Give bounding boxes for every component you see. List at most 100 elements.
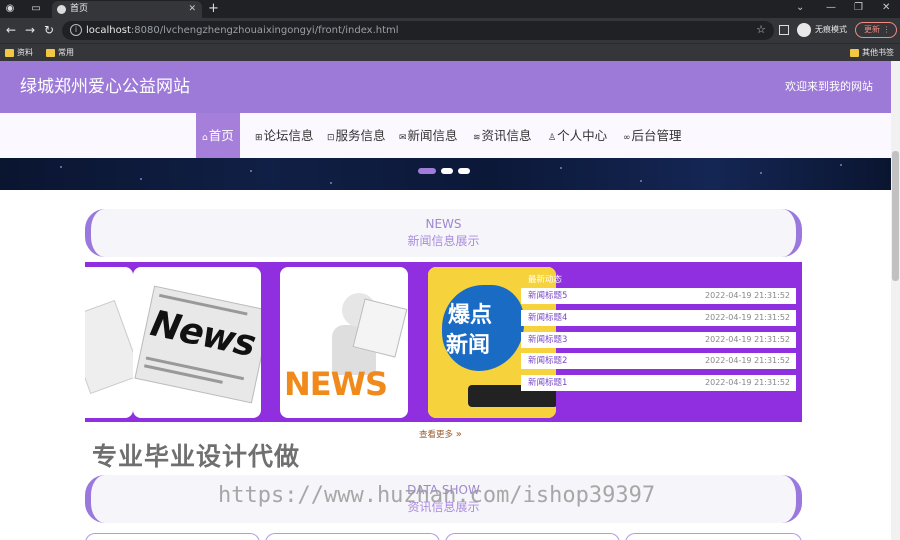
welcome-text: 欢迎来到我的网站 — [785, 80, 873, 93]
other-bookmarks[interactable]: 其他书签 — [850, 46, 894, 60]
page-scrollbar[interactable] — [891, 61, 900, 540]
tab-close-icon[interactable]: ✕ — [188, 1, 196, 18]
tab-title: 首页 — [70, 4, 89, 14]
tab-list-chevron-icon[interactable]: ⌄ — [796, 2, 804, 14]
carousel-dot-1[interactable] — [418, 168, 436, 174]
grid-icon: ⊞ — [255, 133, 263, 143]
star-decoration — [840, 164, 842, 166]
address-bar[interactable]: i localhost:8080/lvchengzhengzhouaixingo… — [62, 21, 774, 40]
burst-text-1: 爆点 — [448, 303, 493, 328]
nav-item-home[interactable]: ⌂首页 — [196, 113, 240, 158]
news-photo-card[interactable]: NEWS — [280, 267, 408, 418]
news-photo-card[interactable]: News — [133, 267, 261, 418]
news-item-title: 新闻标题2 — [528, 356, 568, 366]
news-3d-text: NEWS — [284, 365, 388, 403]
url-host: localhost — [86, 25, 131, 36]
update-button[interactable]: 更新 ⋮ — [855, 22, 897, 38]
tab-group-icon[interactable]: ▭ — [30, 3, 42, 15]
nav-item-service[interactable]: ⊡服务信息 — [327, 113, 386, 158]
news-list-item[interactable]: 新闻标题3 2022-04-19 21:31:52 — [521, 332, 796, 348]
news-item-title: 新闻标题4 — [528, 313, 568, 323]
address-toolbar: ← → ↻ i localhost:8080/lvchengzhengzhoua… — [0, 18, 900, 43]
incognito-avatar-icon[interactable] — [797, 23, 811, 37]
news-list-item[interactable]: 新闻标题2 2022-04-19 21:31:52 — [521, 353, 796, 369]
news-heading-cn: 新闻信息展示 — [407, 234, 480, 248]
close-window-icon[interactable]: ✕ — [882, 2, 890, 14]
main-nav: ⌂首页 ⊞论坛信息 ⊡服务信息 ✉新闻信息 ≋资讯信息 ♙个人中心 ∞后台管理 — [0, 113, 891, 158]
double-chevron-right-icon: » — [455, 429, 462, 440]
newspaper-image — [85, 300, 133, 394]
scrollbar-thumb[interactable] — [892, 151, 899, 281]
carousel-dot-3[interactable] — [458, 168, 470, 174]
bookmarks-bar: 资料 常用 其他书签 — [0, 43, 900, 61]
nav-label: 后台管理 — [631, 128, 682, 143]
view-more-label: 查看更多 — [419, 430, 454, 440]
star-decoration — [760, 172, 762, 174]
forward-icon[interactable]: → — [23, 23, 37, 37]
star-decoration — [60, 166, 62, 168]
browser-tab-strip: ◉ ▭ 首页 ✕ + ⌄ — ❐ ✕ — [0, 0, 900, 18]
news-list-item[interactable]: 新闻标题1 2022-04-19 21:31:52 — [521, 375, 796, 391]
bookmark-folder-ziliao[interactable]: 资料 — [5, 46, 33, 60]
nav-item-forum[interactable]: ⊞论坛信息 — [255, 113, 314, 158]
nav-label: 资讯信息 — [481, 128, 532, 143]
site-info-icon[interactable]: i — [70, 24, 82, 36]
star-decoration — [250, 170, 252, 172]
user-icon: ♙ — [548, 133, 557, 143]
folder-icon — [850, 49, 859, 57]
folder-icon — [46, 49, 55, 57]
back-icon[interactable]: ← — [4, 23, 18, 37]
news-list-item[interactable]: 新闻标题4 2022-04-19 21:31:52 — [521, 310, 796, 326]
new-tab-button[interactable]: + — [208, 1, 219, 17]
side-panel-icon[interactable] — [779, 25, 789, 35]
info-card[interactable] — [445, 533, 620, 540]
news-item-title: 新闻标题1 — [528, 378, 568, 388]
news-item-date: 2022-04-19 21:31:52 — [705, 356, 790, 365]
tab-home[interactable]: 首页 ✕ — [52, 1, 202, 18]
info-card[interactable] — [625, 533, 802, 540]
nav-label: 服务信息 — [335, 128, 386, 143]
star-decoration — [330, 182, 332, 184]
nav-item-admin[interactable]: ∞后台管理 — [623, 113, 682, 158]
other-bookmarks-label: 其他书签 — [862, 48, 894, 57]
incognito-label[interactable]: 无痕模式 — [815, 24, 847, 36]
tab-search-icon[interactable]: ◉ — [4, 3, 16, 15]
nav-label: 个人中心 — [557, 128, 608, 143]
reload-icon[interactable]: ↻ — [42, 23, 56, 37]
newspaper-image: News — [134, 285, 261, 404]
url-path: :8080/lvchengzhengzhouaixingongyi/front/… — [130, 25, 399, 36]
bookmark-star-icon[interactable]: ☆ — [756, 23, 766, 36]
carousel-dot-2[interactable] — [441, 168, 453, 174]
url-text[interactable]: localhost:8080/lvchengzhengzhouaixingong… — [86, 23, 399, 38]
star-decoration — [560, 167, 562, 169]
folder-icon — [5, 49, 14, 57]
hero-carousel[interactable] — [0, 158, 891, 190]
latest-news-label: 最新动态 — [528, 275, 563, 285]
nav-label: 首页 — [208, 128, 234, 143]
burst-text-2: 新闻 — [446, 333, 491, 358]
view-more-link[interactable]: 查看更多 » — [419, 429, 462, 441]
nav-item-personal[interactable]: ♙个人中心 — [548, 113, 607, 158]
site-header: 绿城郑州爱心公益网站 欢迎来到我的网站 — [0, 61, 891, 113]
news-item-date: 2022-04-19 21:31:52 — [705, 378, 790, 387]
news-photo-card[interactable] — [85, 267, 133, 418]
nav-label: 新闻信息 — [407, 128, 458, 143]
nav-item-news[interactable]: ✉新闻信息 — [399, 113, 458, 158]
info-card[interactable] — [85, 533, 260, 540]
ad-overlay-text: 专业毕业设计代做 — [92, 442, 301, 471]
minimize-icon[interactable]: — — [826, 2, 836, 14]
nav-item-info[interactable]: ≋资讯信息 — [473, 113, 532, 158]
news-list-item[interactable]: 新闻标题5 2022-04-19 21:31:52 — [521, 288, 796, 304]
news-item-title: 新闻标题5 — [528, 291, 568, 301]
news-section-heading: NEWS 新闻信息展示 — [85, 209, 802, 257]
bookmark-folder-changyong[interactable]: 常用 — [46, 46, 74, 60]
layers-icon: ≋ — [473, 133, 481, 143]
nav-label: 论坛信息 — [263, 128, 314, 143]
link-icon: ∞ — [623, 133, 631, 143]
home-icon: ⌂ — [202, 133, 208, 143]
restore-icon[interactable]: ❐ — [854, 2, 863, 14]
update-label: 更新 — [864, 25, 880, 34]
mail-icon: ✉ — [399, 133, 407, 143]
info-card[interactable] — [265, 533, 440, 540]
bookmark-label: 常用 — [58, 48, 74, 57]
